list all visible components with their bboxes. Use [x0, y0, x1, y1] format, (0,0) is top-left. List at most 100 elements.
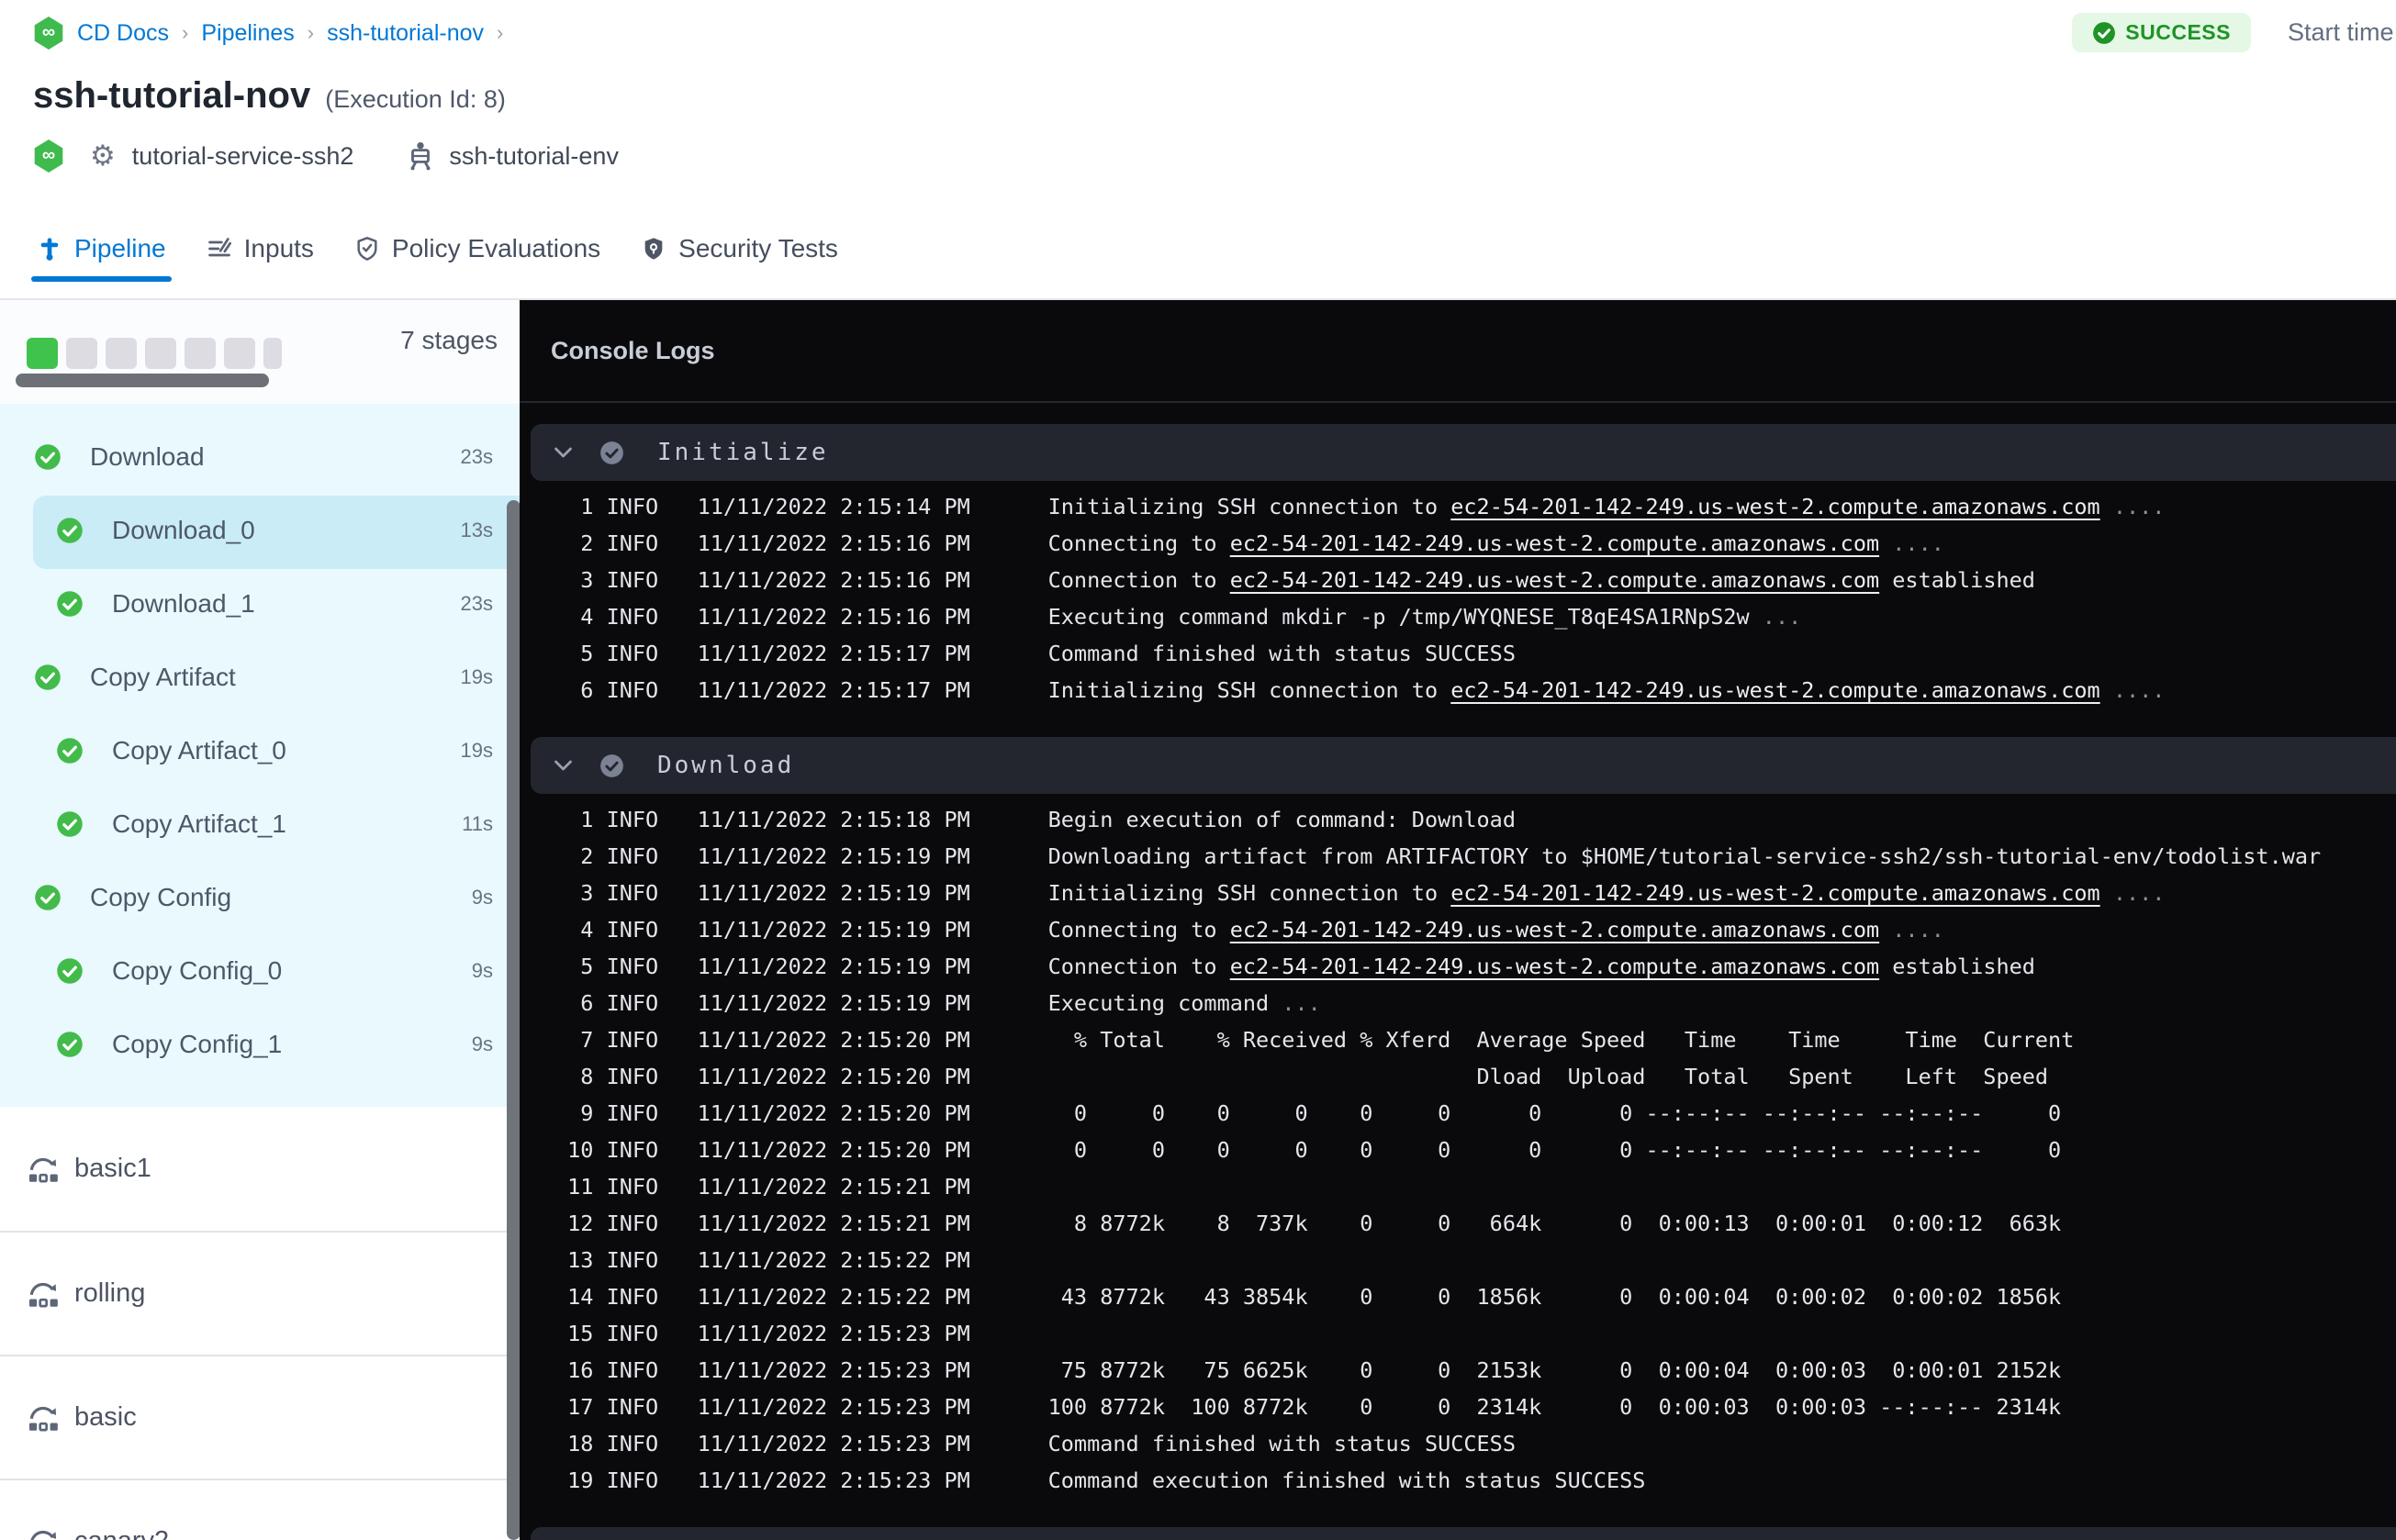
stage-progress-square: [66, 338, 97, 369]
host-link[interactable]: ec2-54-201-142-249.us-west-2.compute.ama…: [1230, 530, 1879, 556]
console-section: Download 1 INFO 11/11/2022 2:15:18 PM Be…: [520, 737, 2396, 1506]
console-section-header[interactable]: Cleanup: [531, 1527, 2396, 1540]
chevron-down-icon[interactable]: [553, 758, 574, 773]
execution-list-item[interactable]: canary2: [0, 1479, 520, 1540]
host-link[interactable]: ec2-54-201-142-249.us-west-2.compute.ama…: [1230, 567, 1879, 593]
log-line: 16 INFO 11/11/2022 2:15:23 PM 75 8772k 7…: [554, 1352, 2396, 1389]
log-text: 8 8772k 8 737k 0 0 664k 0 0:00:13 0:00:0…: [1047, 1211, 2062, 1236]
stage-row[interactable]: Download 23s: [0, 420, 520, 494]
tab-security-tests[interactable]: Security Tests: [621, 221, 858, 276]
service-name[interactable]: tutorial-service-ssh2: [132, 142, 354, 171]
stage-duration: 13s: [460, 519, 493, 541]
stage-label: Copy Config_0: [112, 956, 283, 985]
success-check-icon: [56, 737, 84, 764]
log-meta: 11 INFO 11/11/2022 2:15:21 PM: [554, 1174, 1048, 1200]
log-meta: 6 INFO 11/11/2022 2:15:17 PM: [554, 677, 1048, 703]
tab-inputs[interactable]: Inputs: [186, 221, 334, 276]
log-text-dim: ....: [1879, 917, 1944, 943]
log-meta: 13 INFO 11/11/2022 2:15:22 PM: [554, 1247, 1048, 1273]
execution-list: basic1 rolling basic canary2: [0, 1107, 520, 1540]
vertical-scrollbar-thumb[interactable]: [507, 500, 521, 1540]
environment-name[interactable]: ssh-tutorial-env: [449, 142, 619, 171]
section-name: Download: [657, 752, 795, 779]
stage-label: Copy Artifact_0: [112, 736, 286, 764]
stage-row[interactable]: Download_1 23s: [0, 567, 520, 641]
execution-list-item[interactable]: rolling: [0, 1231, 520, 1355]
execution-list-item[interactable]: basic: [0, 1355, 520, 1479]
log-meta: 5 INFO 11/11/2022 2:15:19 PM: [554, 954, 1048, 979]
success-check-icon: [56, 1031, 84, 1058]
log-line: 1 INFO 11/11/2022 2:15:14 PM Initializin…: [554, 488, 2396, 525]
chevron-down-icon[interactable]: [553, 445, 574, 460]
stage-label: Copy Config: [90, 883, 232, 911]
log-line: 6 INFO 11/11/2022 2:15:19 PM Executing c…: [554, 985, 2396, 1021]
log-line: 5 INFO 11/11/2022 2:15:19 PM Connection …: [554, 948, 2396, 985]
success-check-icon: [34, 884, 62, 911]
stage-duration: 19s: [460, 665, 493, 688]
execution-list-item[interactable]: basic1: [0, 1107, 520, 1231]
stage-duration: 9s: [471, 886, 493, 909]
execution-label: rolling: [74, 1278, 146, 1308]
log-line: 18 INFO 11/11/2022 2:15:23 PM Command fi…: [554, 1425, 2396, 1462]
section-log-lines: 1 INFO 11/11/2022 2:15:14 PM Initializin…: [520, 481, 2396, 716]
section-success-icon: [599, 441, 624, 465]
status-badge: SUCCESS: [2072, 13, 2251, 52]
success-check-icon: [34, 443, 62, 471]
stage-duration: 19s: [460, 739, 493, 762]
tab-bar: Pipeline Inputs Policy Evaluations Secur…: [17, 221, 858, 282]
log-text: Connecting to: [1047, 530, 1230, 556]
console-section-header[interactable]: Download: [531, 737, 2396, 794]
log-text: 0 0 0 0 0 0 0 0 --:--:-- --:--:-- --:--:…: [1047, 1137, 2062, 1163]
stage-label: Download_0: [112, 516, 255, 544]
console-section-header[interactable]: Initialize: [531, 424, 2396, 481]
breadcrumb-link-project[interactable]: CD Docs: [77, 20, 169, 47]
stage-progress-squares: [27, 338, 282, 369]
log-meta: 16 INFO 11/11/2022 2:15:23 PM: [554, 1357, 1048, 1383]
log-text: Dload Upload Total Spent Left Speed: [1047, 1064, 2049, 1089]
log-text-dim: ....: [2099, 677, 2166, 703]
host-link[interactable]: ec2-54-201-142-249.us-west-2.compute.ama…: [1230, 917, 1879, 943]
page-title: ssh-tutorial-nov: [33, 75, 311, 116]
host-link[interactable]: ec2-54-201-142-249.us-west-2.compute.ama…: [1450, 494, 2099, 519]
stage-row[interactable]: Copy Artifact_0 19s: [0, 714, 520, 787]
stage-row[interactable]: Copy Config_1 9s: [0, 1008, 520, 1081]
environment-icon: [405, 139, 436, 173]
host-link[interactable]: ec2-54-201-142-249.us-west-2.compute.ama…: [1450, 880, 2099, 906]
breadcrumb-link-pipelines[interactable]: Pipelines: [201, 20, 294, 47]
stage-row[interactable]: Copy Config_0 9s: [0, 934, 520, 1008]
log-line: 4 INFO 11/11/2022 2:15:19 PM Connecting …: [554, 911, 2396, 948]
stage-duration: 11s: [462, 812, 493, 835]
horizontal-scrollbar-thumb[interactable]: [16, 374, 269, 387]
breadcrumb: ∞ CD Docs › Pipelines › ssh-tutorial-nov…: [33, 17, 503, 50]
stage-list: Download 23s Download_0 13s Download_1 23s Cop…: [0, 404, 520, 1107]
log-text-dim: ....: [2099, 494, 2166, 519]
host-link[interactable]: ec2-54-201-142-249.us-west-2.compute.ama…: [1450, 677, 2099, 703]
stage-row[interactable]: Copy Artifact_1 11s: [0, 787, 520, 861]
rerun-icon: [25, 1152, 62, 1187]
log-text: Connection to: [1047, 567, 1230, 593]
rerun-icon: [25, 1524, 62, 1540]
stage-duration: 23s: [460, 592, 493, 615]
chevron-right-icon: ›: [182, 21, 189, 44]
log-meta: 3 INFO 11/11/2022 2:15:16 PM: [554, 567, 1048, 593]
log-line: 5 INFO 11/11/2022 2:15:17 PM Command fin…: [554, 635, 2396, 672]
log-meta: 14 INFO 11/11/2022 2:15:22 PM: [554, 1284, 1048, 1310]
tab-policy-evaluations[interactable]: Policy Evaluations: [334, 221, 621, 276]
log-meta: 3 INFO 11/11/2022 2:15:19 PM: [554, 880, 1048, 906]
tab-pipeline[interactable]: Pipeline: [17, 221, 186, 282]
shield-lock-icon: [644, 238, 663, 260]
log-text: Command finished with status SUCCESS: [1047, 641, 1516, 666]
stage-row[interactable]: Download_0 13s: [0, 494, 520, 569]
stage-row[interactable]: Copy Config 9s: [0, 861, 520, 934]
stage-row[interactable]: Copy Artifact 19s: [0, 641, 520, 714]
host-link[interactable]: ec2-54-201-142-249.us-west-2.compute.ama…: [1230, 954, 1879, 979]
section-log-lines: 1 INFO 11/11/2022 2:15:18 PM Begin execu…: [520, 794, 2396, 1506]
log-meta: 4 INFO 11/11/2022 2:15:19 PM: [554, 917, 1048, 943]
stage-count-label: 7 stages: [400, 326, 498, 354]
log-line: 4 INFO 11/11/2022 2:15:16 PM Executing c…: [554, 598, 2396, 635]
log-text-dim: ....: [2099, 880, 2166, 906]
breadcrumb-link-pipeline[interactable]: ssh-tutorial-nov: [327, 20, 484, 47]
log-meta: 2 INFO 11/11/2022 2:15:16 PM: [554, 530, 1048, 556]
log-text: 75 8772k 75 6625k 0 0 2153k 0 0:00:04 0:…: [1047, 1357, 2062, 1383]
section-name: Initialize: [657, 439, 829, 466]
